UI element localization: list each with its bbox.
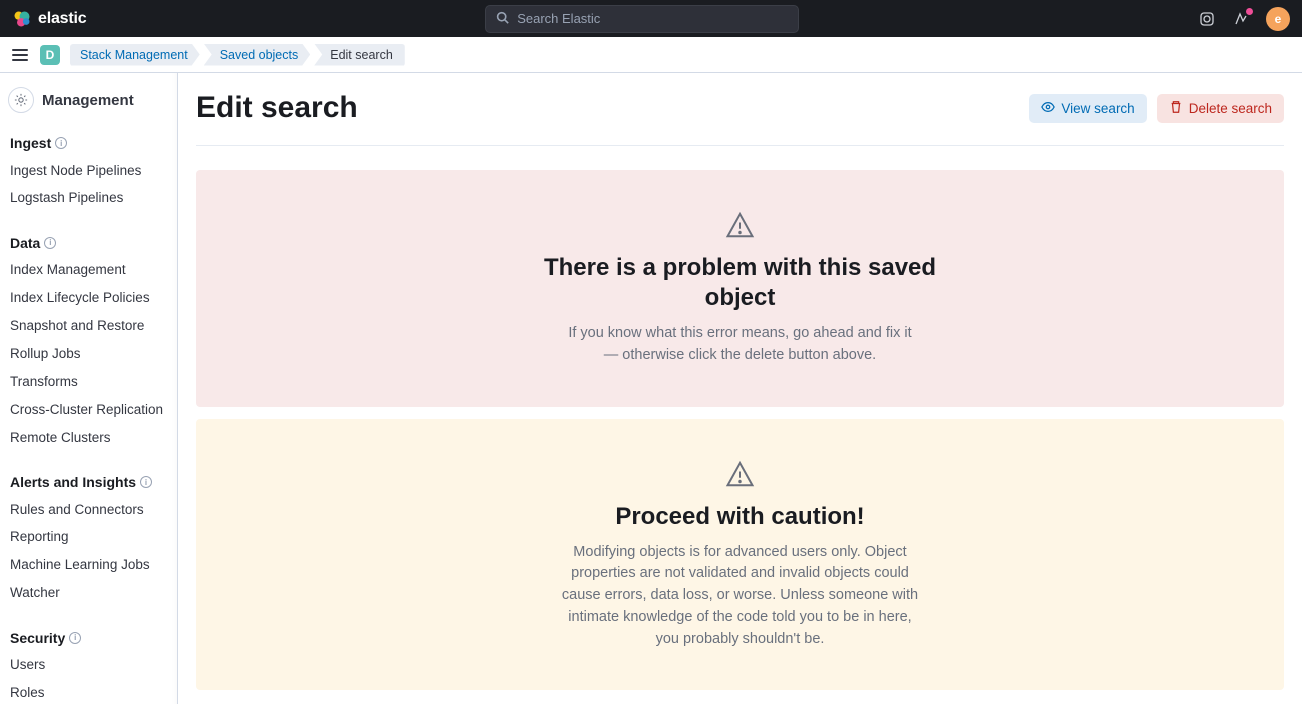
delete-search-button[interactable]: Delete search: [1157, 94, 1284, 123]
global-header: elastic Search Elastic e: [0, 0, 1302, 37]
info-icon[interactable]: i: [140, 476, 152, 488]
sidebar-item[interactable]: Ingest Node Pipelines: [0, 157, 177, 185]
sidebar-group-ingest: Ingesti: [0, 127, 177, 157]
trash-icon: [1169, 100, 1183, 117]
main-content: Edit search View search Delete search Th…: [178, 73, 1302, 704]
header-right-group: e: [1198, 7, 1290, 31]
sidebar-group-security: Securityi: [0, 622, 177, 652]
sidebar-item[interactable]: Cross-Cluster Replication: [0, 396, 177, 424]
sidebar-item[interactable]: Remote Clusters: [0, 424, 177, 452]
page-header: Edit search View search Delete search: [196, 91, 1284, 146]
sidebar-item[interactable]: Roles: [0, 679, 177, 704]
sidebar-item[interactable]: Index Lifecycle Policies: [0, 285, 177, 313]
nav-toggle-icon[interactable]: [10, 45, 30, 65]
logo-text: elastic: [38, 10, 86, 28]
breadcrumb-item: Edit search: [314, 44, 405, 66]
sidebar-item[interactable]: Machine Learning Jobs: [0, 552, 177, 580]
sidebar-item[interactable]: Watcher: [0, 580, 177, 608]
warning-icon: [212, 210, 1268, 243]
problem-callout-title: There is a problem with this saved objec…: [530, 253, 950, 313]
space-selector[interactable]: D: [40, 45, 60, 65]
sidebar-item[interactable]: Transforms: [0, 368, 177, 396]
problem-callout-body: If you know what this error means, go ah…: [560, 323, 920, 367]
elastic-logo-icon: [12, 9, 32, 29]
breadcrumb-item[interactable]: Stack Management: [70, 44, 200, 66]
sidebar-group-alerts: Alerts and Insightsi: [0, 466, 177, 496]
global-search-input[interactable]: Search Elastic: [485, 5, 799, 33]
eye-icon: [1041, 100, 1055, 117]
sidebar-title: Management: [42, 92, 134, 109]
sidebar-item[interactable]: Index Management: [0, 257, 177, 285]
problem-callout: There is a problem with this saved objec…: [196, 170, 1284, 407]
caution-callout-title: Proceed with caution!: [530, 502, 950, 532]
sub-header: D Stack Management Saved objects Edit se…: [0, 37, 1302, 73]
news-feed-icon[interactable]: [1232, 10, 1250, 28]
sidebar-item[interactable]: Reporting: [0, 524, 177, 552]
search-placeholder: Search Elastic: [517, 11, 600, 26]
management-sidebar: Management Ingesti Ingest Node Pipelines…: [0, 73, 178, 704]
info-icon[interactable]: i: [44, 237, 56, 249]
info-icon[interactable]: i: [69, 632, 81, 644]
page-actions: View search Delete search: [1029, 94, 1284, 123]
breadcrumb-item[interactable]: Saved objects: [204, 44, 311, 66]
gear-icon: [8, 87, 34, 113]
page-title: Edit search: [196, 91, 358, 125]
help-icon[interactable]: [1198, 10, 1216, 28]
caution-callout-body: Modifying objects is for advanced users …: [560, 542, 920, 651]
caution-callout: Proceed with caution! Modifying objects …: [196, 419, 1284, 691]
user-avatar[interactable]: e: [1266, 7, 1290, 31]
sidebar-item[interactable]: Snapshot and Restore: [0, 313, 177, 341]
warning-icon: [212, 459, 1268, 492]
sidebar-group-data: Datai: [0, 227, 177, 257]
breadcrumb: Stack Management Saved objects Edit sear…: [70, 44, 409, 66]
info-icon[interactable]: i: [55, 137, 67, 149]
search-icon: [496, 11, 509, 27]
sidebar-item[interactable]: Rollup Jobs: [0, 340, 177, 368]
logo[interactable]: elastic: [12, 9, 86, 29]
sidebar-item[interactable]: Users: [0, 652, 177, 680]
sidebar-header: Management: [0, 87, 177, 127]
sidebar-item[interactable]: Logstash Pipelines: [0, 185, 177, 213]
sidebar-item[interactable]: Rules and Connectors: [0, 496, 177, 524]
view-search-button[interactable]: View search: [1029, 94, 1146, 123]
